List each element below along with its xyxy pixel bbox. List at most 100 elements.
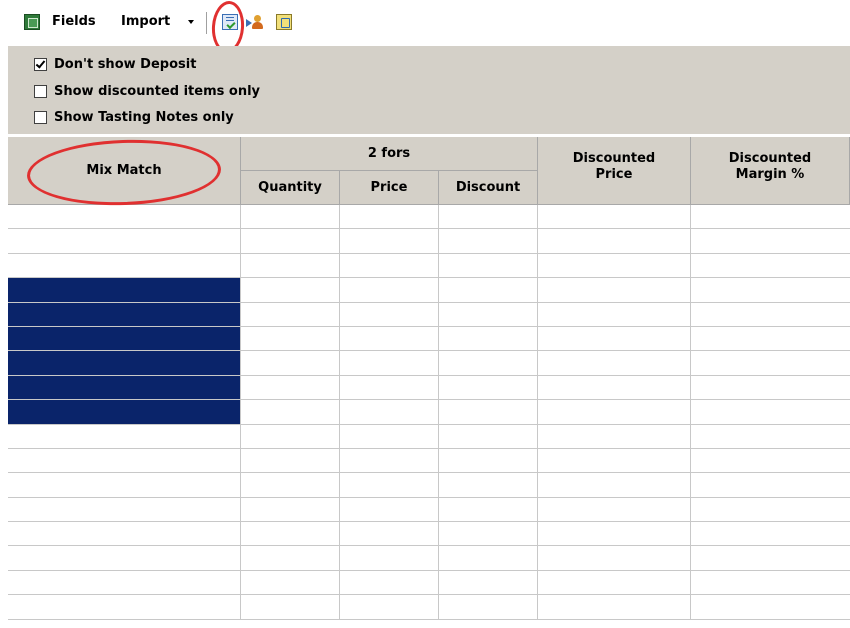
- table-row[interactable]: [8, 205, 850, 230]
- table-row[interactable]: [8, 326, 850, 352]
- table-row[interactable]: [8, 522, 850, 547]
- table-cell[interactable]: [241, 522, 340, 546]
- table-cell[interactable]: [538, 448, 691, 473]
- column-header-mix-match[interactable]: Mix Match: [8, 137, 241, 205]
- table-cell[interactable]: [538, 302, 691, 326]
- table-cell[interactable]: [691, 351, 850, 374]
- table-cell[interactable]: [439, 253, 538, 278]
- table-cell[interactable]: [538, 473, 691, 497]
- table-cell[interactable]: [439, 229, 538, 253]
- table-cell[interactable]: [340, 448, 439, 473]
- table-cell[interactable]: [439, 326, 538, 351]
- mix-match-cell[interactable]: [8, 570, 241, 595]
- table-cell[interactable]: [538, 326, 691, 351]
- table-cell[interactable]: [691, 327, 850, 350]
- table-row[interactable]: [8, 424, 850, 449]
- table-cell[interactable]: [691, 229, 850, 252]
- mix-match-cell[interactable]: [8, 229, 241, 253]
- table-cell[interactable]: [691, 449, 850, 472]
- table-cell[interactable]: [340, 473, 439, 497]
- table-cell[interactable]: [538, 546, 691, 570]
- table-cell[interactable]: [439, 570, 538, 595]
- table-row[interactable]: [8, 497, 850, 523]
- mix-match-cell[interactable]: [8, 546, 241, 570]
- excel-export-icon[interactable]: [24, 14, 40, 30]
- table-cell[interactable]: [538, 278, 691, 302]
- checkbox-show-tasting-notes[interactable]: [34, 111, 47, 124]
- table-cell[interactable]: [439, 546, 538, 570]
- mix-match-cell[interactable]: [8, 278, 241, 302]
- table-cell[interactable]: [340, 326, 439, 351]
- table-cell[interactable]: [691, 425, 850, 448]
- table-cell[interactable]: [241, 278, 340, 302]
- table-cell[interactable]: [691, 278, 850, 301]
- table-cell[interactable]: [340, 278, 439, 302]
- table-cell[interactable]: [241, 595, 340, 619]
- table-row[interactable]: [8, 351, 850, 376]
- table-cell[interactable]: [439, 448, 538, 473]
- table-cell[interactable]: [340, 546, 439, 570]
- table-cell[interactable]: [439, 205, 538, 229]
- table-cell[interactable]: [691, 400, 850, 423]
- table-cell[interactable]: [691, 254, 850, 277]
- mix-match-cell[interactable]: [8, 351, 241, 375]
- column-header-discount[interactable]: Discount: [439, 171, 538, 205]
- table-cell[interactable]: [439, 400, 538, 424]
- import-dropdown-caret-icon[interactable]: [188, 20, 194, 24]
- table-cell[interactable]: [538, 253, 691, 278]
- table-cell[interactable]: [340, 229, 439, 253]
- table-cell[interactable]: [691, 376, 850, 399]
- table-cell[interactable]: [538, 375, 691, 400]
- table-cell[interactable]: [241, 253, 340, 278]
- table-cell[interactable]: [538, 522, 691, 546]
- table-cell[interactable]: [691, 546, 850, 569]
- table-cell[interactable]: [538, 351, 691, 375]
- assign-user-icon[interactable]: [246, 14, 263, 30]
- table-cell[interactable]: [439, 497, 538, 522]
- table-row[interactable]: [8, 595, 850, 620]
- table-cell[interactable]: [241, 473, 340, 497]
- table-row[interactable]: [8, 546, 850, 571]
- table-cell[interactable]: [538, 570, 691, 595]
- checkbox-dont-show-deposit[interactable]: [34, 58, 47, 71]
- mix-match-cell[interactable]: [8, 400, 241, 424]
- column-header-price[interactable]: Price: [340, 171, 439, 205]
- mix-match-cell[interactable]: [8, 205, 241, 229]
- table-cell[interactable]: [439, 351, 538, 375]
- column-header-discounted-price[interactable]: Discounted Price: [538, 137, 691, 205]
- table-cell[interactable]: [439, 302, 538, 326]
- table-cell[interactable]: [439, 522, 538, 546]
- table-cell[interactable]: [340, 570, 439, 595]
- table-row[interactable]: [8, 302, 850, 327]
- column-header-quantity[interactable]: Quantity: [241, 171, 340, 205]
- table-cell[interactable]: [340, 595, 439, 619]
- table-cell[interactable]: [538, 229, 691, 253]
- table-cell[interactable]: [538, 424, 691, 448]
- table-cell[interactable]: [691, 473, 850, 496]
- mix-match-cell[interactable]: [8, 253, 241, 278]
- table-cell[interactable]: [538, 400, 691, 424]
- table-cell[interactable]: [340, 400, 439, 424]
- table-row[interactable]: [8, 253, 850, 279]
- column-header-discounted-margin[interactable]: Discounted Margin %: [691, 137, 850, 205]
- mix-match-cell[interactable]: [8, 326, 241, 351]
- mix-match-cell[interactable]: [8, 497, 241, 522]
- import-button[interactable]: Import: [121, 14, 170, 30]
- table-cell[interactable]: [691, 571, 850, 594]
- checkbox-show-discounted-items[interactable]: [34, 85, 47, 98]
- table-cell[interactable]: [439, 375, 538, 400]
- mix-match-cell[interactable]: [8, 595, 241, 619]
- mix-match-cell[interactable]: [8, 302, 241, 326]
- table-row[interactable]: [8, 473, 850, 498]
- table-cell[interactable]: [241, 497, 340, 522]
- table-row[interactable]: [8, 400, 850, 425]
- table-row[interactable]: [8, 229, 850, 254]
- table-cell[interactable]: [241, 326, 340, 351]
- mix-match-cell[interactable]: [8, 473, 241, 497]
- table-cell[interactable]: [241, 205, 340, 229]
- table-cell[interactable]: [340, 375, 439, 400]
- table-row[interactable]: [8, 375, 850, 401]
- table-cell[interactable]: [538, 205, 691, 229]
- table-cell[interactable]: [340, 205, 439, 229]
- table-cell[interactable]: [241, 570, 340, 595]
